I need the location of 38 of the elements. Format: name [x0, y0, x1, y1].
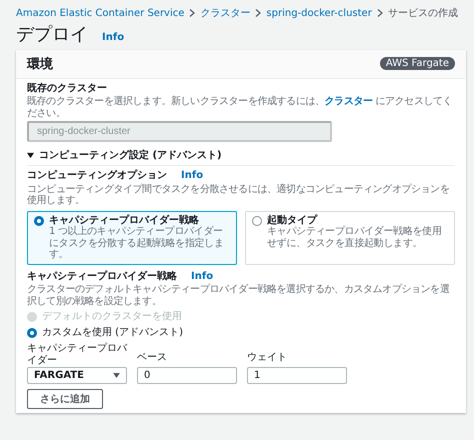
breadcrumb-link[interactable]: Amazon Elastic Container Service: [16, 8, 184, 18]
page-title: デプロイ: [16, 24, 88, 46]
tile-description: キャパシティープロバイダー戦略を使用せずに、タスクを直接起動します。: [267, 226, 443, 250]
panel-title: 環境: [27, 56, 53, 73]
info-link[interactable]: Info: [191, 270, 214, 282]
field-description: クラスターのデフォルトキャパシティープロバイダー戦略を選択するか、カスタムオプションを選択して別の戦略を設定します。: [27, 284, 450, 308]
field-description: コンピューティングタイプ間でタスクを分散させるには、適切なコンピューティングオプションを使用します。: [27, 184, 450, 207]
field-label: キャパシティープロバイダー: [27, 343, 127, 366]
field-description: 既存のクラスターを選択します。新しいクラスターを作成するには、クラスター にアクセスしてください。: [27, 96, 454, 120]
radio-option[interactable]: カスタムを使用 (アドバンスト): [27, 325, 455, 340]
field-label: 既存のクラスター: [27, 82, 108, 94]
field-label: キャパシティープロバイダー戦略: [27, 270, 177, 282]
compute-settings-expander[interactable]: コンピューティング設定 (アドバンスト): [27, 145, 455, 166]
fargate-badge: AWS Fargate: [380, 57, 455, 70]
radio-button[interactable]: [252, 216, 262, 226]
breadcrumb-link[interactable]: クラスター: [200, 6, 250, 20]
tile-title: キャパシティープロバイダー戦略: [49, 214, 200, 226]
field-label: ベース: [137, 352, 168, 364]
add-more-button[interactable]: さらに追加: [27, 389, 103, 410]
caret-icon: [113, 373, 120, 378]
chevron-right-icon: [255, 9, 262, 17]
provider-dropdown[interactable]: FARGATE: [27, 367, 127, 384]
info-link[interactable]: Info: [181, 170, 204, 182]
info-link[interactable]: Info: [102, 32, 124, 43]
option-tile[interactable]: 起動タイプ キャパシティープロバイダー戦略を使用せずに、タスクを直接起動します。: [245, 210, 455, 265]
tile-description: 1 つ以上のキャパシティープロバイダーにタスクを分散する起動戦略を指定します。: [49, 226, 225, 261]
chevron-right-icon: [189, 9, 196, 17]
breadcrumb-current: サービスの作成: [388, 6, 458, 20]
breadcrumb-link[interactable]: spring-docker-cluster: [266, 8, 372, 18]
option-tile[interactable]: キャパシティープロバイダー戦略 1 つ以上のキャパシティープロバイダーにタスクを分散する起動戦略を指定します。: [27, 210, 237, 265]
tile-title: 起動タイプ: [267, 214, 318, 226]
field-label: コンピューティングオプション: [27, 170, 167, 182]
base-field[interactable]: 0: [137, 367, 237, 384]
radio-button[interactable]: [34, 216, 44, 226]
field-label: ウェイト: [247, 352, 288, 364]
weight-field[interactable]: 1: [247, 367, 347, 384]
chevron-right-icon: [376, 9, 383, 17]
caret-icon: [27, 152, 34, 159]
